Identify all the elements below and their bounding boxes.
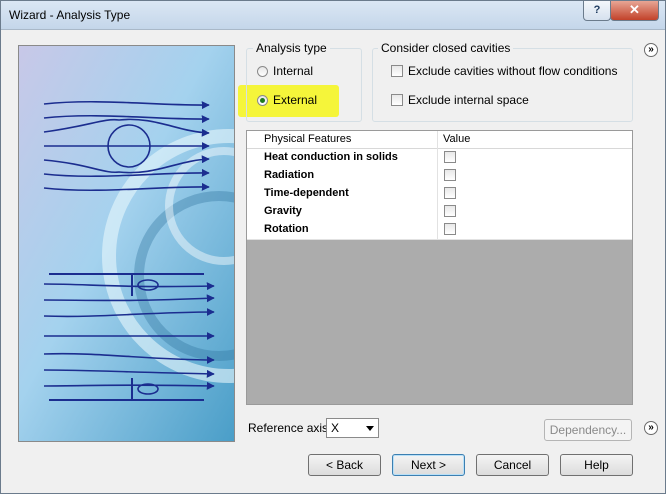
title-bar: Wizard - Analysis Type ? ✕ <box>1 1 665 30</box>
radio-internal-button[interactable] <box>257 65 268 77</box>
analysis-type-group: Analysis type <box>246 41 362 122</box>
analysis-illustration <box>18 45 235 442</box>
feature-name: Radiation <box>264 169 315 181</box>
flow-illustration-graphic <box>19 46 234 441</box>
feature-name: Heat conduction in solids <box>264 151 398 163</box>
radio-external-button[interactable] <box>257 94 268 106</box>
help-button[interactable]: Help <box>560 454 633 476</box>
radio-external[interactable]: External <box>257 93 317 107</box>
table-row[interactable]: Heat conduction in solids <box>247 149 632 168</box>
closed-cavities-label: Consider closed cavities <box>378 41 514 55</box>
analysis-type-label: Analysis type <box>253 41 330 55</box>
feature-name: Time-dependent <box>264 187 349 199</box>
header-physical-features: Physical Features <box>264 133 352 145</box>
back-button[interactable]: < Back <box>308 454 381 476</box>
next-button[interactable]: Next > <box>392 454 465 476</box>
title-close-button[interactable]: ✕ <box>610 1 659 21</box>
exclude-internal-checkbox[interactable] <box>391 94 403 106</box>
reference-axis-select[interactable]: X <box>326 418 379 438</box>
window-title: Wizard - Analysis Type <box>9 8 131 22</box>
wizard-window: Wizard - Analysis Type ? ✕ Analysis type… <box>0 0 666 494</box>
exclude-cavities-checkbox[interactable] <box>391 65 403 77</box>
reference-axis-label: Reference axis: <box>248 421 332 435</box>
feature-checkbox[interactable] <box>444 187 456 199</box>
table-row[interactable]: Time-dependent <box>247 185 632 204</box>
feature-checkbox[interactable] <box>444 169 456 181</box>
grid-header: Physical Features Value <box>247 131 632 149</box>
table-row[interactable]: Gravity <box>247 203 632 222</box>
exclude-cavities-option[interactable]: Exclude cavities without flow conditions <box>391 64 617 78</box>
table-row[interactable]: Radiation <box>247 167 632 186</box>
title-help-button[interactable]: ? <box>583 1 611 21</box>
grid-column-divider <box>437 131 438 239</box>
feature-checkbox[interactable] <box>444 151 456 163</box>
reference-axis-value: X <box>331 421 340 435</box>
exclude-cavities-label: Exclude cavities without flow conditions <box>408 64 618 78</box>
radio-external-label: External <box>273 93 318 107</box>
radio-internal[interactable]: Internal <box>257 64 313 78</box>
expand-top-icon[interactable]: » <box>644 43 658 57</box>
expand-bottom-icon[interactable]: » <box>644 421 658 435</box>
closed-cavities-group: Consider closed cavities <box>372 41 633 122</box>
feature-name: Gravity <box>264 205 302 217</box>
physical-features-grid: Physical Features Value Heat conduction … <box>246 130 633 405</box>
feature-checkbox[interactable] <box>444 223 456 235</box>
dependency-button[interactable]: Dependency... <box>544 419 632 441</box>
table-row[interactable]: Rotation <box>247 221 632 240</box>
feature-name: Rotation <box>264 223 309 235</box>
radio-internal-label: Internal <box>273 64 314 78</box>
chevron-down-icon <box>366 426 374 431</box>
feature-checkbox[interactable] <box>444 205 456 217</box>
cancel-button[interactable]: Cancel <box>476 454 549 476</box>
exclude-internal-label: Exclude internal space <box>408 93 529 107</box>
exclude-internal-option[interactable]: Exclude internal space <box>391 93 529 107</box>
header-value: Value <box>443 133 471 145</box>
